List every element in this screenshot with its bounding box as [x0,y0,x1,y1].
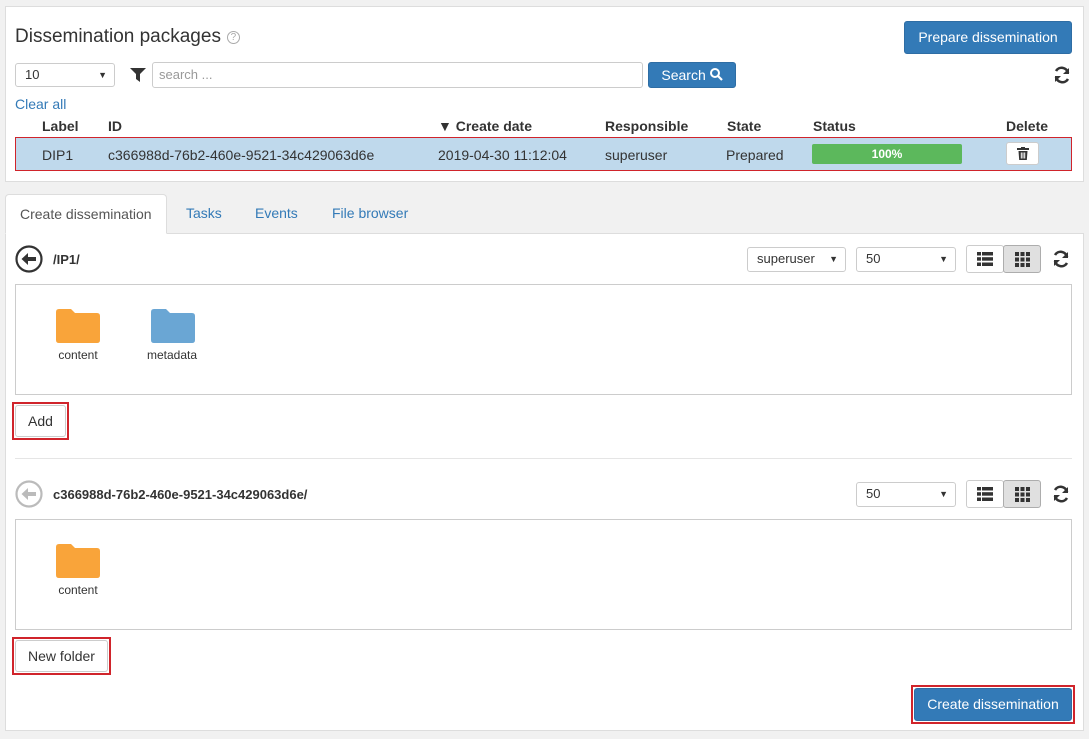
column-header-label[interactable]: Label [42,118,79,134]
column-header-delete: Delete [1006,118,1049,134]
list-view-button[interactable] [966,480,1004,508]
row-label: DIP1 [42,147,74,163]
tab-tasks[interactable]: Tasks [172,194,236,234]
search-input[interactable]: search ... [152,62,643,88]
filter-icon[interactable] [130,68,146,82]
list-view-button[interactable] [966,245,1004,273]
row-responsible: superuser [605,147,668,163]
row-id: c366988d-76b2-460e-9521-34c429063d6e [108,147,375,163]
grid-icon [1014,486,1030,502]
back-arrow-icon[interactable] [15,480,43,508]
column-header-id[interactable]: ID [108,118,122,134]
help-icon[interactable]: ? [226,31,240,44]
chevron-down-icon: ▼ [939,489,948,499]
column-header-state[interactable]: State [727,118,761,134]
page-title-text: Dissemination packages [15,26,221,47]
folder-icon[interactable] [56,309,100,343]
items-per-page-select[interactable]: 50 ▼ [856,482,956,507]
divider [15,458,1072,459]
search-button[interactable]: Search [648,62,736,88]
items-per-page-value: 50 [866,251,881,266]
folder-label[interactable]: content [38,348,118,362]
search-button-label: Search [661,67,706,83]
search-icon [709,68,723,81]
items-per-page-value: 50 [866,486,881,501]
grid-icon [1014,251,1030,267]
clear-all-link[interactable]: Clear all [15,96,66,112]
prepare-dissemination-button[interactable]: Prepare dissemination [904,21,1072,54]
trash-icon [1016,147,1029,160]
back-arrow-icon[interactable] [15,245,43,273]
page-size-value: 10 [25,67,40,82]
chevron-down-icon: ▼ [829,254,838,264]
page-size-select[interactable]: 10 ▼ [15,63,115,87]
current-path: /IP1/ [53,252,80,267]
page-title: Dissemination packages? [15,26,240,48]
file-browser-area [15,519,1072,630]
user-select-value: superuser [757,251,815,266]
row-state: Prepared [726,147,784,163]
refresh-icon[interactable] [1051,249,1071,269]
tab-create-dissemination[interactable]: Create dissemination [5,194,167,234]
list-icon [977,252,993,266]
chevron-down-icon: ▼ [98,70,107,80]
folder-label[interactable]: content [38,583,118,597]
add-button[interactable]: Add [15,405,66,437]
delete-button[interactable] [1006,142,1039,165]
create-dissemination-button[interactable]: Create dissemination [914,688,1072,721]
grid-view-button[interactable] [1003,245,1041,273]
row-create-date: 2019-04-30 11:12:04 [438,147,567,163]
list-icon [977,487,993,501]
current-path: c366988d-76b2-460e-9521-34c429063d6e/ [53,487,308,502]
column-header-status[interactable]: Status [813,118,856,134]
folder-icon[interactable] [56,544,100,578]
refresh-icon[interactable] [1052,65,1072,85]
column-header-responsible[interactable]: Responsible [605,118,688,134]
refresh-icon[interactable] [1051,484,1071,504]
tab-events[interactable]: Events [241,194,312,234]
folder-icon[interactable] [151,309,195,343]
folder-label[interactable]: metadata [132,348,212,362]
search-placeholder: search ... [159,67,213,82]
status-progress-bar: 100% [812,144,962,164]
items-per-page-select[interactable]: 50 ▼ [856,247,956,272]
column-header-create-date[interactable]: ▼ Create date [438,118,532,134]
new-folder-button[interactable]: New folder [15,640,108,672]
grid-view-button[interactable] [1003,480,1041,508]
tab-file-browser[interactable]: File browser [318,194,422,234]
user-select[interactable]: superuser ▼ [747,247,846,272]
chevron-down-icon: ▼ [939,254,948,264]
